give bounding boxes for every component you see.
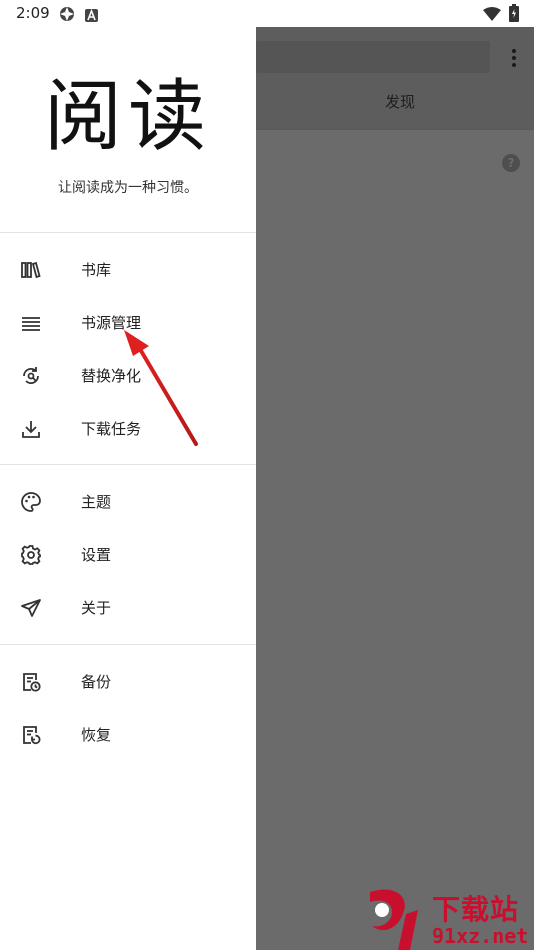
nav-item-theme[interactable]: 主题	[0, 479, 256, 523]
nav-item-restore[interactable]: 恢复	[0, 712, 256, 756]
nav-label-bookshelf: 书库	[81, 261, 112, 279]
help-circle-icon[interactable]: ?	[502, 154, 520, 172]
nav-label-book-sources: 书源管理	[81, 314, 142, 332]
settings-gear-icon	[58, 5, 76, 27]
gear-icon	[20, 544, 42, 566]
background-search-bar[interactable]	[256, 41, 490, 73]
tab-discover[interactable]: 发现	[256, 91, 534, 112]
status-bar: 2:09	[0, 0, 534, 27]
palette-icon	[20, 491, 42, 513]
app-slogan: 让阅读成为一种习惯。	[58, 180, 198, 196]
nav-label-settings: 设置	[81, 546, 112, 564]
backup-icon	[20, 671, 42, 693]
restore-icon	[20, 724, 42, 746]
nav-item-download-tasks[interactable]: 下载任务	[0, 406, 256, 450]
drawer-divider	[0, 232, 256, 233]
background-divider	[256, 129, 534, 130]
nav-item-about[interactable]: 关于	[0, 585, 256, 629]
nav-item-replace-purify[interactable]: 替换净化	[0, 353, 256, 397]
nav-item-bookshelf[interactable]: 书库	[0, 247, 256, 291]
background-app: 发现 ?	[256, 27, 534, 950]
drawer-divider	[0, 644, 256, 645]
status-time: 2:09	[16, 4, 50, 22]
download-icon	[20, 418, 42, 440]
battery-icon	[509, 4, 519, 26]
navigation-drawer: 阅读 让阅读成为一种习惯。 书库 书源管理 替换净化 下载任务 主题 设置 关于…	[0, 27, 256, 950]
nav-label-replace-purify: 替换净化	[81, 367, 142, 385]
nav-item-backup[interactable]: 备份	[0, 659, 256, 703]
app-logo-text: 阅读	[43, 72, 212, 162]
list-icon	[20, 312, 42, 334]
bookshelf-icon	[20, 259, 42, 281]
nav-item-book-sources[interactable]: 书源管理	[0, 300, 256, 344]
wifi-icon	[483, 6, 501, 25]
drawer-divider	[0, 464, 256, 465]
nav-label-download-tasks: 下载任务	[81, 420, 142, 438]
watermark-title: 下载站	[432, 893, 520, 926]
nav-label-about: 关于	[81, 599, 112, 617]
watermark-logo-icon	[370, 889, 418, 950]
overflow-menu-icon[interactable]	[512, 49, 516, 70]
watermark: 下载站 91xz.net	[360, 886, 534, 950]
nav-label-backup: 备份	[81, 673, 112, 691]
nav-label-restore: 恢复	[81, 726, 112, 744]
paper-plane-icon	[20, 597, 42, 619]
watermark-url: 91xz.net	[432, 924, 529, 948]
nav-label-theme: 主题	[81, 493, 112, 511]
background-toolbar: 发现	[256, 27, 534, 129]
replace-sync-icon	[20, 365, 42, 387]
a-badge-icon	[85, 7, 98, 26]
nav-item-settings[interactable]: 设置	[0, 532, 256, 576]
